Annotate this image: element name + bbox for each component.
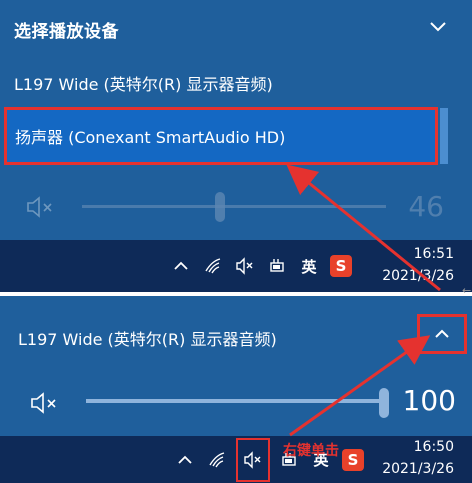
taskbar: 英 S 16:50 2021/3/26 — [0, 436, 472, 483]
ime-indicator[interactable]: 英 — [296, 253, 322, 279]
speaker-mute-icon[interactable] — [232, 253, 258, 279]
system-tray: 英 S — [172, 436, 372, 483]
clock[interactable]: 16:51 2021/3/26 — [382, 243, 454, 287]
volume-track — [82, 205, 386, 208]
clock-date: 2021/3/26 — [382, 268, 454, 284]
clock[interactable]: 16:50 2021/3/26 — [382, 436, 454, 480]
battery-plug-icon[interactable] — [264, 253, 290, 279]
taskbar: 英 S 16:51 2021/3/26 — [0, 240, 472, 292]
system-tray: 英 S — [168, 240, 360, 292]
speaker-mute-icon[interactable] — [236, 437, 270, 482]
speaker-mute-icon[interactable] — [30, 392, 60, 414]
volume-slider-disabled: 46 — [0, 170, 472, 240]
volume-track[interactable] — [86, 399, 384, 403]
volume-slider[interactable]: 100 — [0, 374, 472, 434]
wifi-icon[interactable] — [200, 253, 226, 279]
chevron-up-icon[interactable] — [172, 447, 198, 473]
sogou-ime-icon[interactable]: S — [328, 253, 354, 279]
volume-thumb — [215, 192, 225, 222]
clock-time: 16:51 — [413, 246, 454, 262]
device-item-speaker[interactable]: 扬声器 (Conexant SmartAudio HD) — [4, 107, 438, 165]
panel-title: 选择播放设备 — [14, 22, 119, 42]
scrollbar[interactable] — [440, 108, 448, 164]
volume-panel: L197 Wide (英特尔(R) 显示器音频) 100 — [0, 296, 472, 436]
device-title: L197 Wide (英特尔(R) 显示器音频) — [18, 330, 277, 349]
sogou-ime-icon[interactable]: S — [340, 447, 366, 473]
clock-date: 2021/3/26 — [382, 461, 454, 477]
annotation-label: 右键单击 — [283, 443, 339, 459]
expand-devices-button[interactable] — [417, 314, 467, 354]
device-item-l197[interactable]: L197 Wide (英特尔(R) 显示器音频) — [14, 71, 273, 95]
volume-thumb[interactable] — [379, 388, 389, 418]
volume-value: 46 — [408, 190, 444, 223]
chevron-up-icon — [435, 329, 449, 338]
playback-device-panel: 选择播放设备 L197 Wide (英特尔(R) 显示器音频) 扬声器 (Con… — [0, 0, 472, 240]
device-item-label: 扬声器 (Conexant SmartAudio HD) — [15, 128, 286, 147]
speaker-mute-icon — [27, 196, 52, 218]
chevron-down-icon[interactable] — [426, 14, 450, 38]
wifi-icon[interactable] — [204, 447, 230, 473]
arrow-left-icon: ← — [462, 284, 472, 297]
clock-time: 16:50 — [413, 439, 454, 455]
chevron-up-icon[interactable] — [168, 253, 194, 279]
volume-value: 100 — [402, 384, 456, 417]
